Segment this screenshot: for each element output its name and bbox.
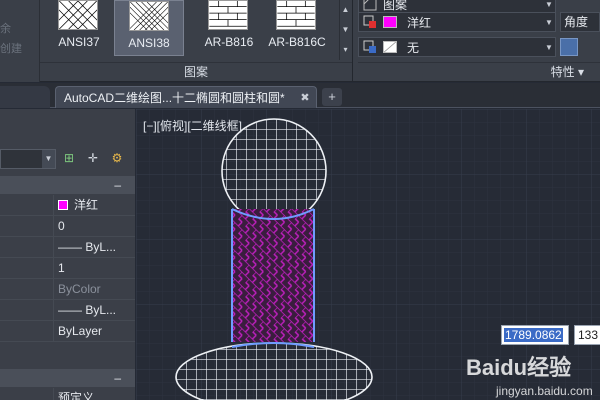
property-row-linetype-scale[interactable]: 1	[0, 258, 135, 279]
general-section-header[interactable]: –	[0, 176, 135, 194]
tab-title: AutoCAD二维绘图...十二椭圆和圆柱和圆*	[64, 91, 285, 105]
brick-pattern-icon	[208, 0, 248, 30]
property-value: —— ByL...	[58, 240, 117, 254]
ansi38-pattern-icon	[129, 1, 169, 31]
chevron-down-icon[interactable]: ▼	[42, 150, 55, 168]
watermark-text: Baidu经验	[466, 355, 571, 380]
property-row-transparency[interactable]: ByLayer	[0, 321, 135, 342]
quick-select-icon[interactable]: ⚙	[108, 149, 126, 167]
previous-tab[interactable]	[0, 86, 50, 108]
selected-hatch[interactable]	[231, 208, 315, 342]
pattern-label: ANSI37	[58, 35, 100, 49]
hatch-color-text: 洋红	[407, 15, 432, 30]
pattern-ansi37[interactable]: ANSI37	[38, 0, 120, 56]
ribbon-separator	[352, 0, 353, 82]
baidu-watermark-logo: Baidu经验 jingyan.baidu.com	[466, 355, 593, 398]
ribbon-left-text-1: 余	[0, 23, 11, 35]
pattern-group-label: 图案	[40, 62, 352, 80]
dynamic-input-value: 1789.0862	[504, 328, 563, 342]
no-color-icon	[383, 41, 397, 53]
property-value: 预定义	[58, 391, 95, 400]
transparency-icon[interactable]	[560, 38, 578, 56]
scroll-down-icon[interactable]: ▼	[340, 20, 351, 40]
property-value-text: 洋红	[74, 198, 99, 212]
properties-group-label[interactable]: 特性 ▾	[358, 62, 600, 80]
dynamic-input-field[interactable]: 1789.0862	[501, 325, 569, 345]
pattern-ar-b816c[interactable]: AR-B816C	[256, 0, 338, 56]
background-color-text: 无	[407, 40, 420, 55]
expand-gallery-icon[interactable]: ▾	[340, 40, 351, 60]
property-label-cell	[0, 321, 54, 341]
palette-toolbar: ⊞ ✛ ⚙	[60, 149, 126, 169]
property-row-lineweight[interactable]: —— ByL...	[0, 300, 135, 321]
property-label-cell	[0, 279, 54, 299]
drawing-viewport[interactable]: [−][俯视][二维线框] 1789.0862 133 Baidu经验 jing…	[136, 109, 600, 400]
property-row-type[interactable]: 预定义	[0, 388, 135, 400]
property-label-cell	[0, 300, 54, 320]
ansi37-pattern-icon	[58, 0, 98, 30]
brick-pattern-icon	[276, 0, 316, 30]
pattern-ansi38[interactable]: ANSI38	[114, 0, 184, 56]
property-value: 0	[58, 219, 65, 233]
property-value: ByLayer	[58, 324, 103, 338]
property-row-plot-style[interactable]: ByColor	[0, 279, 135, 300]
chevron-down-icon: ▼	[545, 42, 553, 52]
palette-header	[0, 109, 135, 147]
property-value: 洋红	[58, 195, 98, 215]
property-label-cell	[0, 195, 54, 215]
pattern-gallery-scroll[interactable]: ▲ ▼ ▾	[339, 0, 351, 60]
top-circle[interactable]	[221, 118, 327, 224]
property-row-linetype[interactable]: —— ByL...	[0, 237, 135, 258]
pattern-section-header[interactable]: –	[0, 369, 135, 387]
background-color-icon	[363, 40, 376, 53]
toggle-pickadd-icon[interactable]: ⊞	[60, 149, 78, 167]
object-type-select[interactable]: ▼	[0, 149, 56, 169]
property-row-layer[interactable]: 0	[0, 216, 135, 237]
chevron-down-icon: ▼	[545, 0, 553, 9]
properties-palette: ▼ ⊞ ✛ ⚙ – 洋红 0 —— ByL... 1 ByColor —— By…	[0, 109, 135, 400]
pattern-label: ANSI38	[128, 36, 170, 50]
property-row-color[interactable]: 洋红	[0, 195, 135, 216]
hatch-type-icon	[363, 0, 377, 11]
dynamic-input-field-2[interactable]: 133	[574, 325, 600, 345]
ribbon: 余 创建 ANSI37 ANSI38 AR-B816 AR-B816C ▲ ▼ …	[0, 0, 600, 82]
watermark-url: jingyan.baidu.com	[495, 384, 593, 398]
color-swatch	[383, 16, 397, 28]
hatch-color-dropdown[interactable]: 洋红 ▼	[358, 12, 556, 32]
property-label-cell	[0, 216, 54, 236]
background-color-dropdown[interactable]: 无 ▼	[358, 37, 556, 57]
pattern-label: AR-B816C	[268, 35, 326, 49]
select-objects-icon[interactable]: ✛	[84, 149, 102, 167]
ribbon-left-panel: 余 创建	[0, 0, 40, 82]
property-label-cell	[0, 258, 54, 278]
collapse-icon[interactable]: –	[114, 369, 121, 387]
scroll-up-icon[interactable]: ▲	[340, 0, 351, 20]
chevron-down-icon: ▼	[545, 17, 553, 27]
new-tab-button[interactable]: +	[322, 88, 342, 106]
property-label-cell	[0, 237, 54, 257]
close-icon[interactable]: ✖	[298, 91, 312, 104]
hatch-color-icon	[363, 15, 376, 28]
tab-active-drawing[interactable]: AutoCAD二维绘图...十二椭圆和圆柱和圆* ✖	[55, 86, 317, 108]
property-value: ByColor	[58, 282, 101, 296]
property-value: 1	[58, 261, 65, 275]
ribbon-left-text-2: 创建	[0, 43, 22, 55]
document-tab-bar: AutoCAD二维绘图...十二椭圆和圆柱和圆* ✖ +	[0, 83, 600, 108]
hatch-type-text: 图案	[383, 0, 408, 12]
property-value: —— ByL...	[58, 303, 117, 317]
angle-label[interactable]: 角度	[560, 12, 600, 32]
collapse-icon[interactable]: –	[114, 176, 121, 194]
viewport-controls-label[interactable]: [−][俯视][二维线框]	[143, 117, 242, 134]
property-label-cell	[0, 388, 54, 400]
color-chip	[58, 200, 68, 210]
